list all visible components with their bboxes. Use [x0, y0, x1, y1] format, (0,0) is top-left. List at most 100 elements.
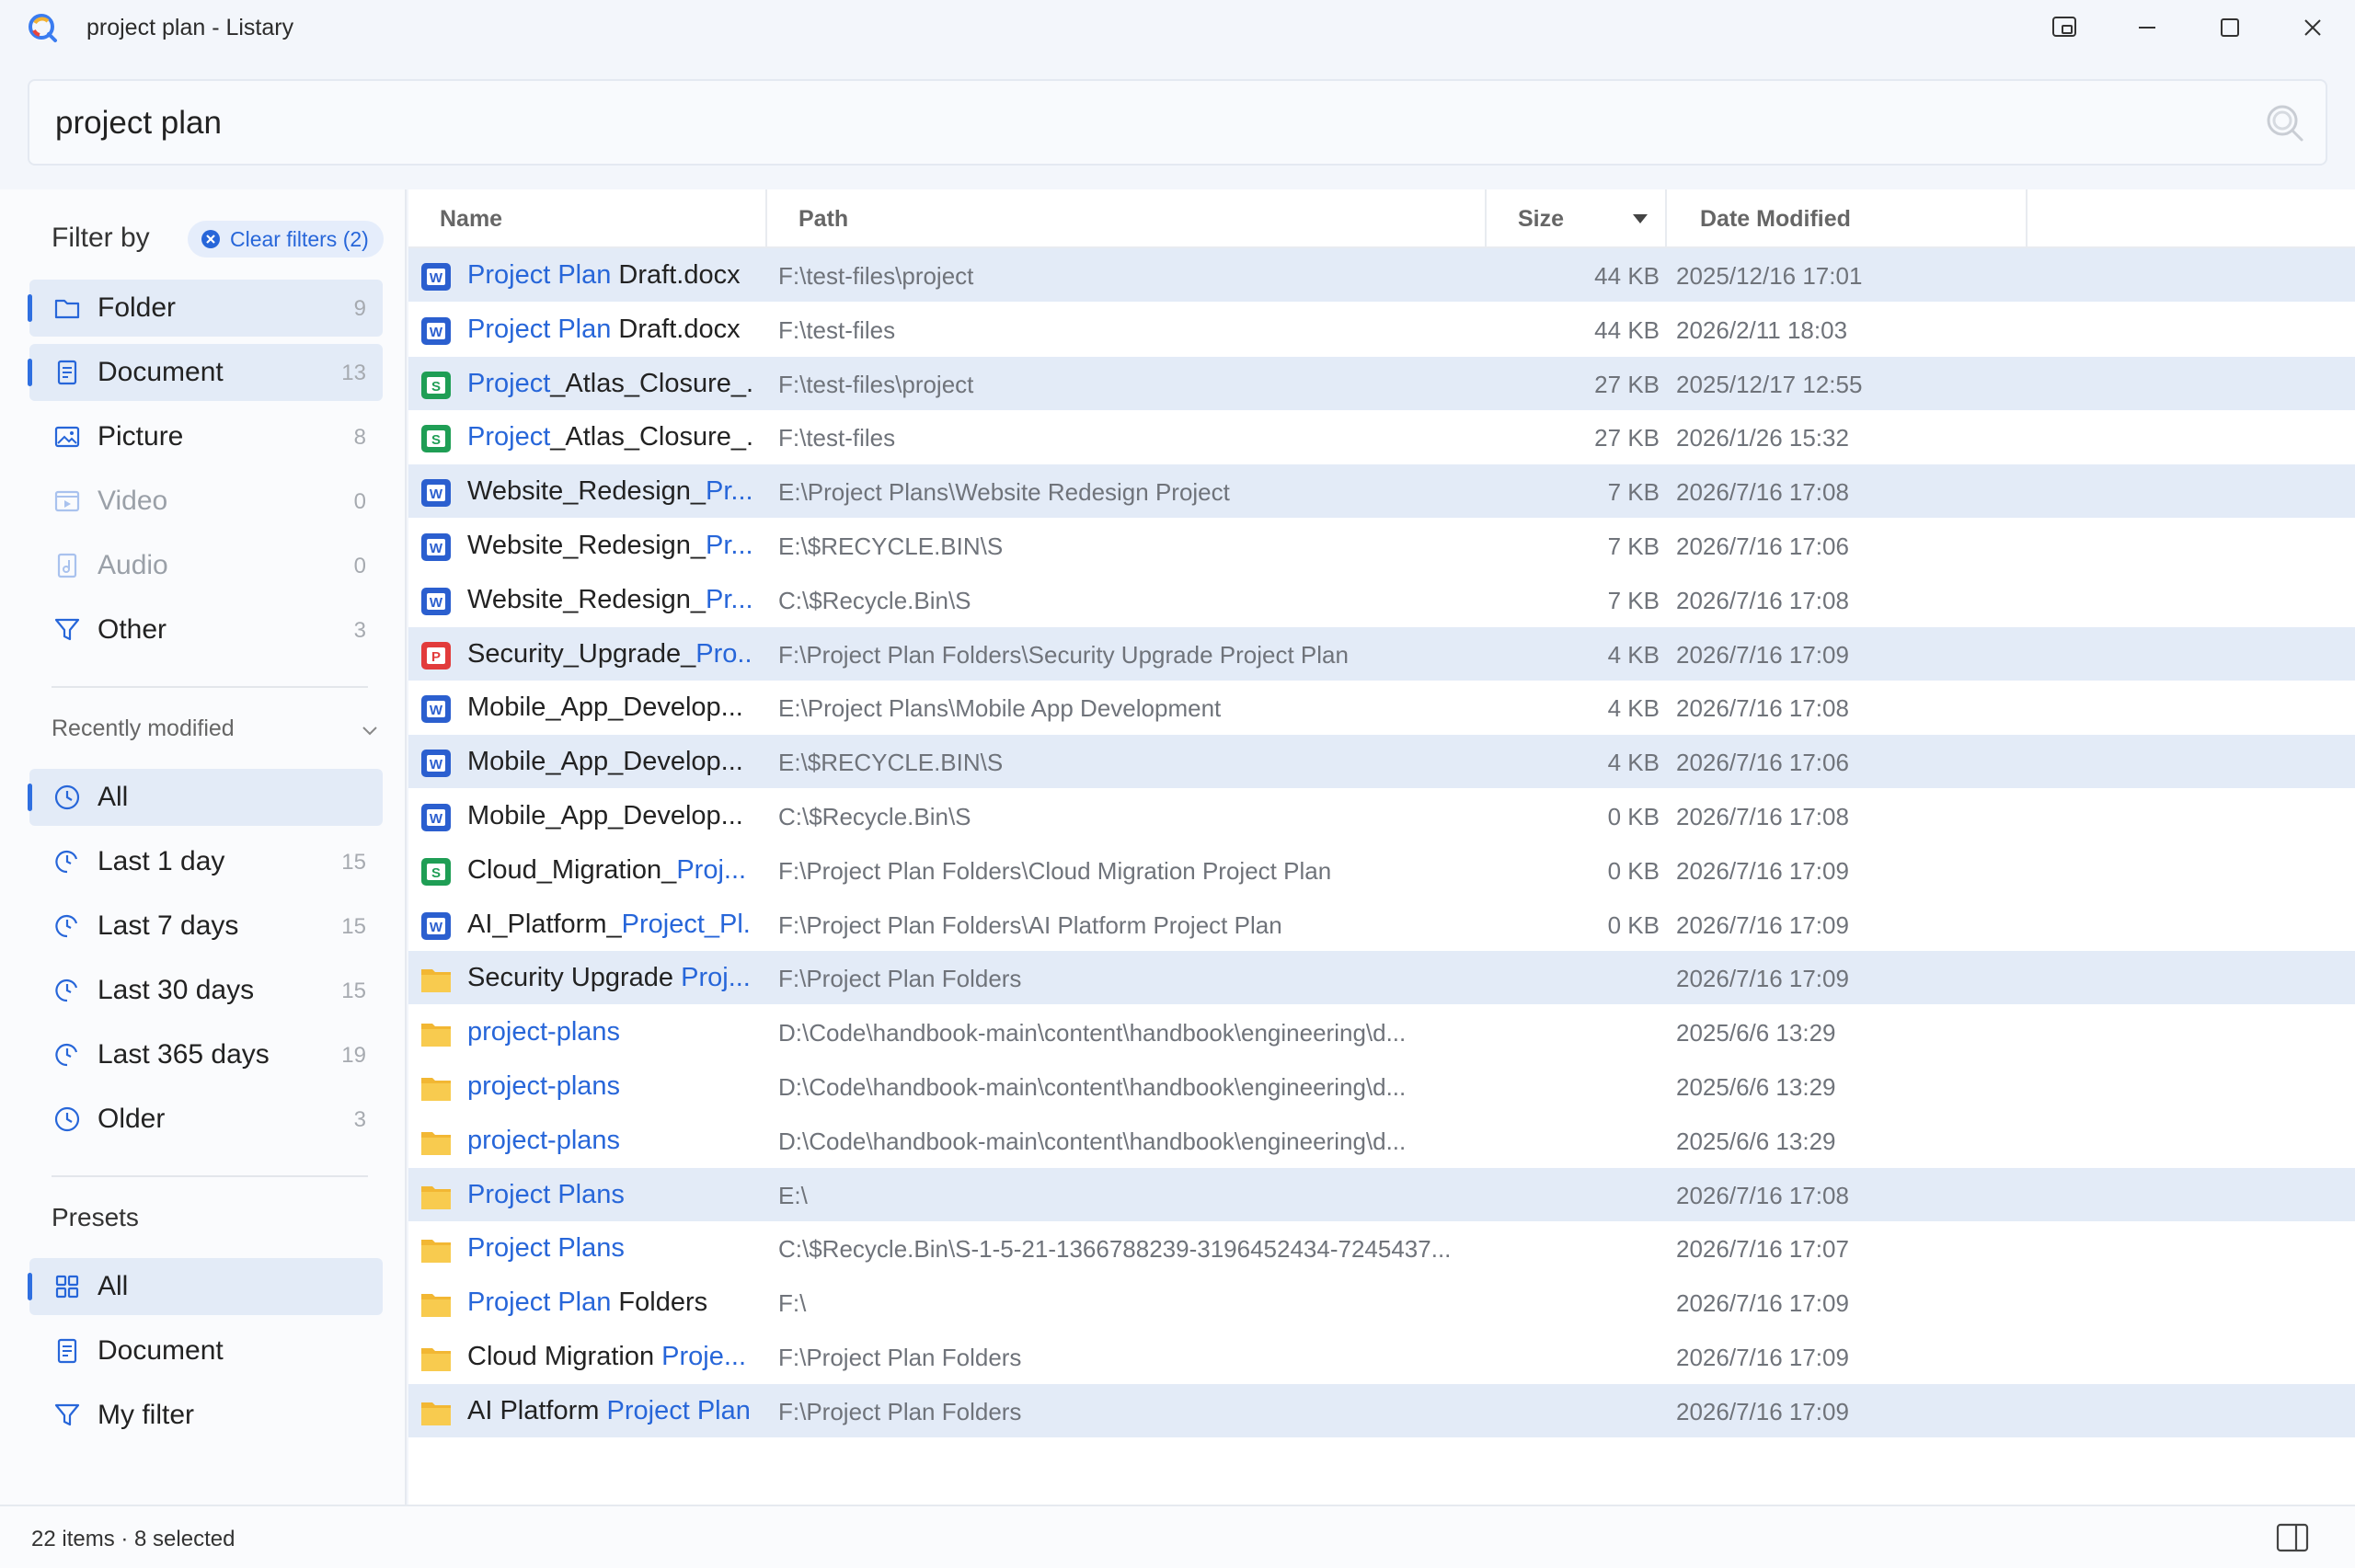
sort-descending-icon[interactable]: [1632, 213, 1648, 224]
results-table: Name Path Size Date Modified W Project Pl…: [408, 189, 2355, 1505]
file-name: AI_Platform_Project_Pl...: [467, 910, 752, 940]
table-row[interactable]: S Project_Atlas_Closure_... F:\test-files 2…: [408, 410, 2355, 464]
column-date-header[interactable]: Date Modified: [1700, 189, 1851, 248]
filter-other[interactable]: Other 3: [29, 601, 383, 658]
table-row[interactable]: W Website_Redesign_Pr... E:\$RECYCLE.BIN\S…: [408, 519, 2355, 572]
search-input[interactable]: [55, 97, 2245, 149]
recent-last-30-days[interactable]: Last 30 days 15: [29, 962, 383, 1019]
table-row[interactable]: Project Plans C:\$Recycle.Bin\S-1-5-21-13…: [408, 1221, 2355, 1275]
table-row[interactable]: W Mobile_App_Develop... E:\Project Plans\M…: [408, 681, 2355, 734]
svg-text:W: W: [430, 595, 443, 611]
table-row[interactable]: project-plans D:\Code\handbook-main\conte…: [408, 1005, 2355, 1059]
file-size: 0 KB: [1607, 910, 1660, 939]
table-row[interactable]: S Project_Atlas_Closure_... F:\test-files\…: [408, 356, 2355, 410]
preset-all[interactable]: All: [28, 1258, 383, 1315]
recent-all[interactable]: All: [28, 769, 383, 826]
recent-last-365-days-label: Last 365 days: [98, 1039, 270, 1070]
table-row[interactable]: W AI_Platform_Project_Pl... F:\Project Pla…: [408, 898, 2355, 951]
word-doc-icon: W: [421, 587, 451, 615]
preset-my-filter[interactable]: My filter: [29, 1387, 383, 1444]
file-name: Project_Atlas_Closure_...: [467, 422, 752, 452]
table-row[interactable]: W Mobile_App_Develop... C:\$Recycle.Bin\S 0…: [408, 789, 2355, 842]
file-name-text: Cloud_Migration_: [467, 854, 677, 885]
recent-last-365-days[interactable]: Last 365 days 19: [29, 1026, 383, 1083]
filter-document-count: 13: [341, 361, 366, 385]
filter-picture[interactable]: Picture 8: [29, 408, 383, 465]
file-date-modified: 2026/7/16 17:09: [1676, 856, 1849, 885]
file-name: AI Platform Project Plan: [467, 1396, 752, 1426]
column-path-header[interactable]: Path: [798, 189, 848, 248]
table-row[interactable]: Project Plans E:\ 2026/7/16 17:08: [408, 1167, 2355, 1221]
filter-video-label: Video: [98, 486, 168, 516]
status-bar: 22 items · 8 selected: [0, 1505, 2355, 1568]
svg-text:W: W: [430, 486, 443, 502]
table-row[interactable]: Cloud Migration Proje... F:\Project Plan …: [408, 1330, 2355, 1383]
folder-icon: [421, 1078, 451, 1101]
column-resize-handle[interactable]: [2026, 189, 2028, 248]
preset-document[interactable]: Document: [29, 1322, 383, 1379]
filter-audio[interactable]: Audio 0: [29, 537, 383, 594]
column-name-header[interactable]: Name: [440, 189, 502, 248]
file-path: E:\Project Plans\Mobile App Development: [778, 694, 1222, 723]
file-date-modified: 2026/7/16 17:08: [1676, 586, 1849, 614]
table-row[interactable]: project-plans D:\Code\handbook-main\conte…: [408, 1114, 2355, 1167]
folder-icon: [421, 1185, 451, 1209]
file-name-text: Website_Redesign_: [467, 476, 706, 507]
file-name-match-highlight: Pro...: [695, 638, 752, 669]
file-date-modified: 2026/7/16 17:07: [1676, 1235, 1849, 1264]
table-row[interactable]: project-plans D:\Code\handbook-main\conte…: [408, 1059, 2355, 1113]
recent-all-label: All: [98, 782, 129, 812]
file-name-text: AI Platform: [467, 1395, 607, 1425]
recent-last-1-day[interactable]: Last 1 day 15: [29, 833, 383, 890]
column-resize-handle[interactable]: [1485, 189, 1487, 248]
close-button[interactable]: [2292, 9, 2333, 46]
file-name-text: Mobile_App_Develop...: [467, 801, 743, 830]
filter-document-label: Document: [98, 357, 224, 387]
file-name: Website_Redesign_Pr...: [467, 531, 752, 561]
table-row[interactable]: W Website_Redesign_Pr... E:\Project Plans\…: [408, 464, 2355, 519]
filter-by-title: Filter by: [52, 223, 150, 253]
file-path: C:\$Recycle.Bin\S-1-5-21-1366788239-3196…: [778, 1235, 1452, 1264]
file-path: F:\test-files: [778, 315, 896, 344]
recent-older[interactable]: Older 3: [29, 1091, 383, 1148]
filter-document[interactable]: Document 13: [28, 344, 383, 401]
preset-my-filter-label: My filter: [98, 1400, 194, 1430]
file-date-modified: 2026/7/16 17:09: [1676, 965, 1849, 993]
file-size: 7 KB: [1607, 532, 1660, 560]
search-box[interactable]: [28, 79, 2327, 166]
clear-filters-button[interactable]: Clear filters (2): [188, 221, 384, 258]
listary-search-icon[interactable]: [2261, 99, 2307, 145]
table-row[interactable]: P Security_Upgrade_Pro... F:\Project Plan …: [408, 626, 2355, 681]
pin-button[interactable]: [2044, 9, 2085, 46]
minimize-button[interactable]: [2127, 9, 2167, 46]
chevron-down-icon[interactable]: [359, 719, 381, 741]
column-resize-handle[interactable]: [765, 189, 767, 248]
table-row[interactable]: Project Plan Folders F:\ 2026/7/16 17:09: [408, 1276, 2355, 1329]
table-row[interactable]: W Mobile_App_Develop... E:\$RECYCLE.BIN\S 4…: [408, 735, 2355, 789]
table-row[interactable]: Security Upgrade Proj... F:\Project Plan …: [408, 951, 2355, 1005]
column-resize-handle[interactable]: [1665, 189, 1667, 248]
file-date-modified: 2026/7/16 17:06: [1676, 532, 1849, 560]
file-size: 4 KB: [1607, 749, 1660, 777]
file-date-modified: 2026/1/26 15:32: [1676, 424, 1849, 452]
svg-text:W: W: [430, 811, 443, 827]
recent-last-7-days[interactable]: Last 7 days 15: [29, 898, 383, 955]
column-size-header[interactable]: Size: [1518, 189, 1564, 248]
table-row[interactable]: W Website_Redesign_Pr... C:\$Recycle.Bin\S…: [408, 573, 2355, 626]
table-row[interactable]: AI Platform Project Plan F:\Project Plan …: [408, 1383, 2355, 1437]
filter-folder[interactable]: Folder 9: [28, 280, 383, 337]
preview-panel-toggle-icon[interactable]: [2276, 1523, 2309, 1552]
word-doc-icon: W: [421, 316, 451, 345]
filter-video[interactable]: Video 0: [29, 473, 383, 530]
table-row[interactable]: W Project Plan Draft.docx F:\test-files\pr…: [408, 248, 2355, 302]
spreadsheet-icon: S: [421, 371, 451, 399]
pdf-icon: P: [421, 641, 451, 670]
table-row[interactable]: W Project Plan Draft.docx F:\test-files 44 …: [408, 303, 2355, 356]
svg-text:W: W: [430, 757, 443, 773]
recent-last-7-days-label: Last 7 days: [98, 910, 239, 941]
maximize-button[interactable]: [2210, 9, 2250, 46]
file-date-modified: 2026/7/16 17:09: [1676, 910, 1849, 939]
file-path: C:\$Recycle.Bin\S: [778, 586, 971, 614]
recent-last-365-days-count: 19: [341, 1043, 366, 1068]
table-row[interactable]: S Cloud_Migration_Proj... F:\Project Plan …: [408, 843, 2355, 897]
